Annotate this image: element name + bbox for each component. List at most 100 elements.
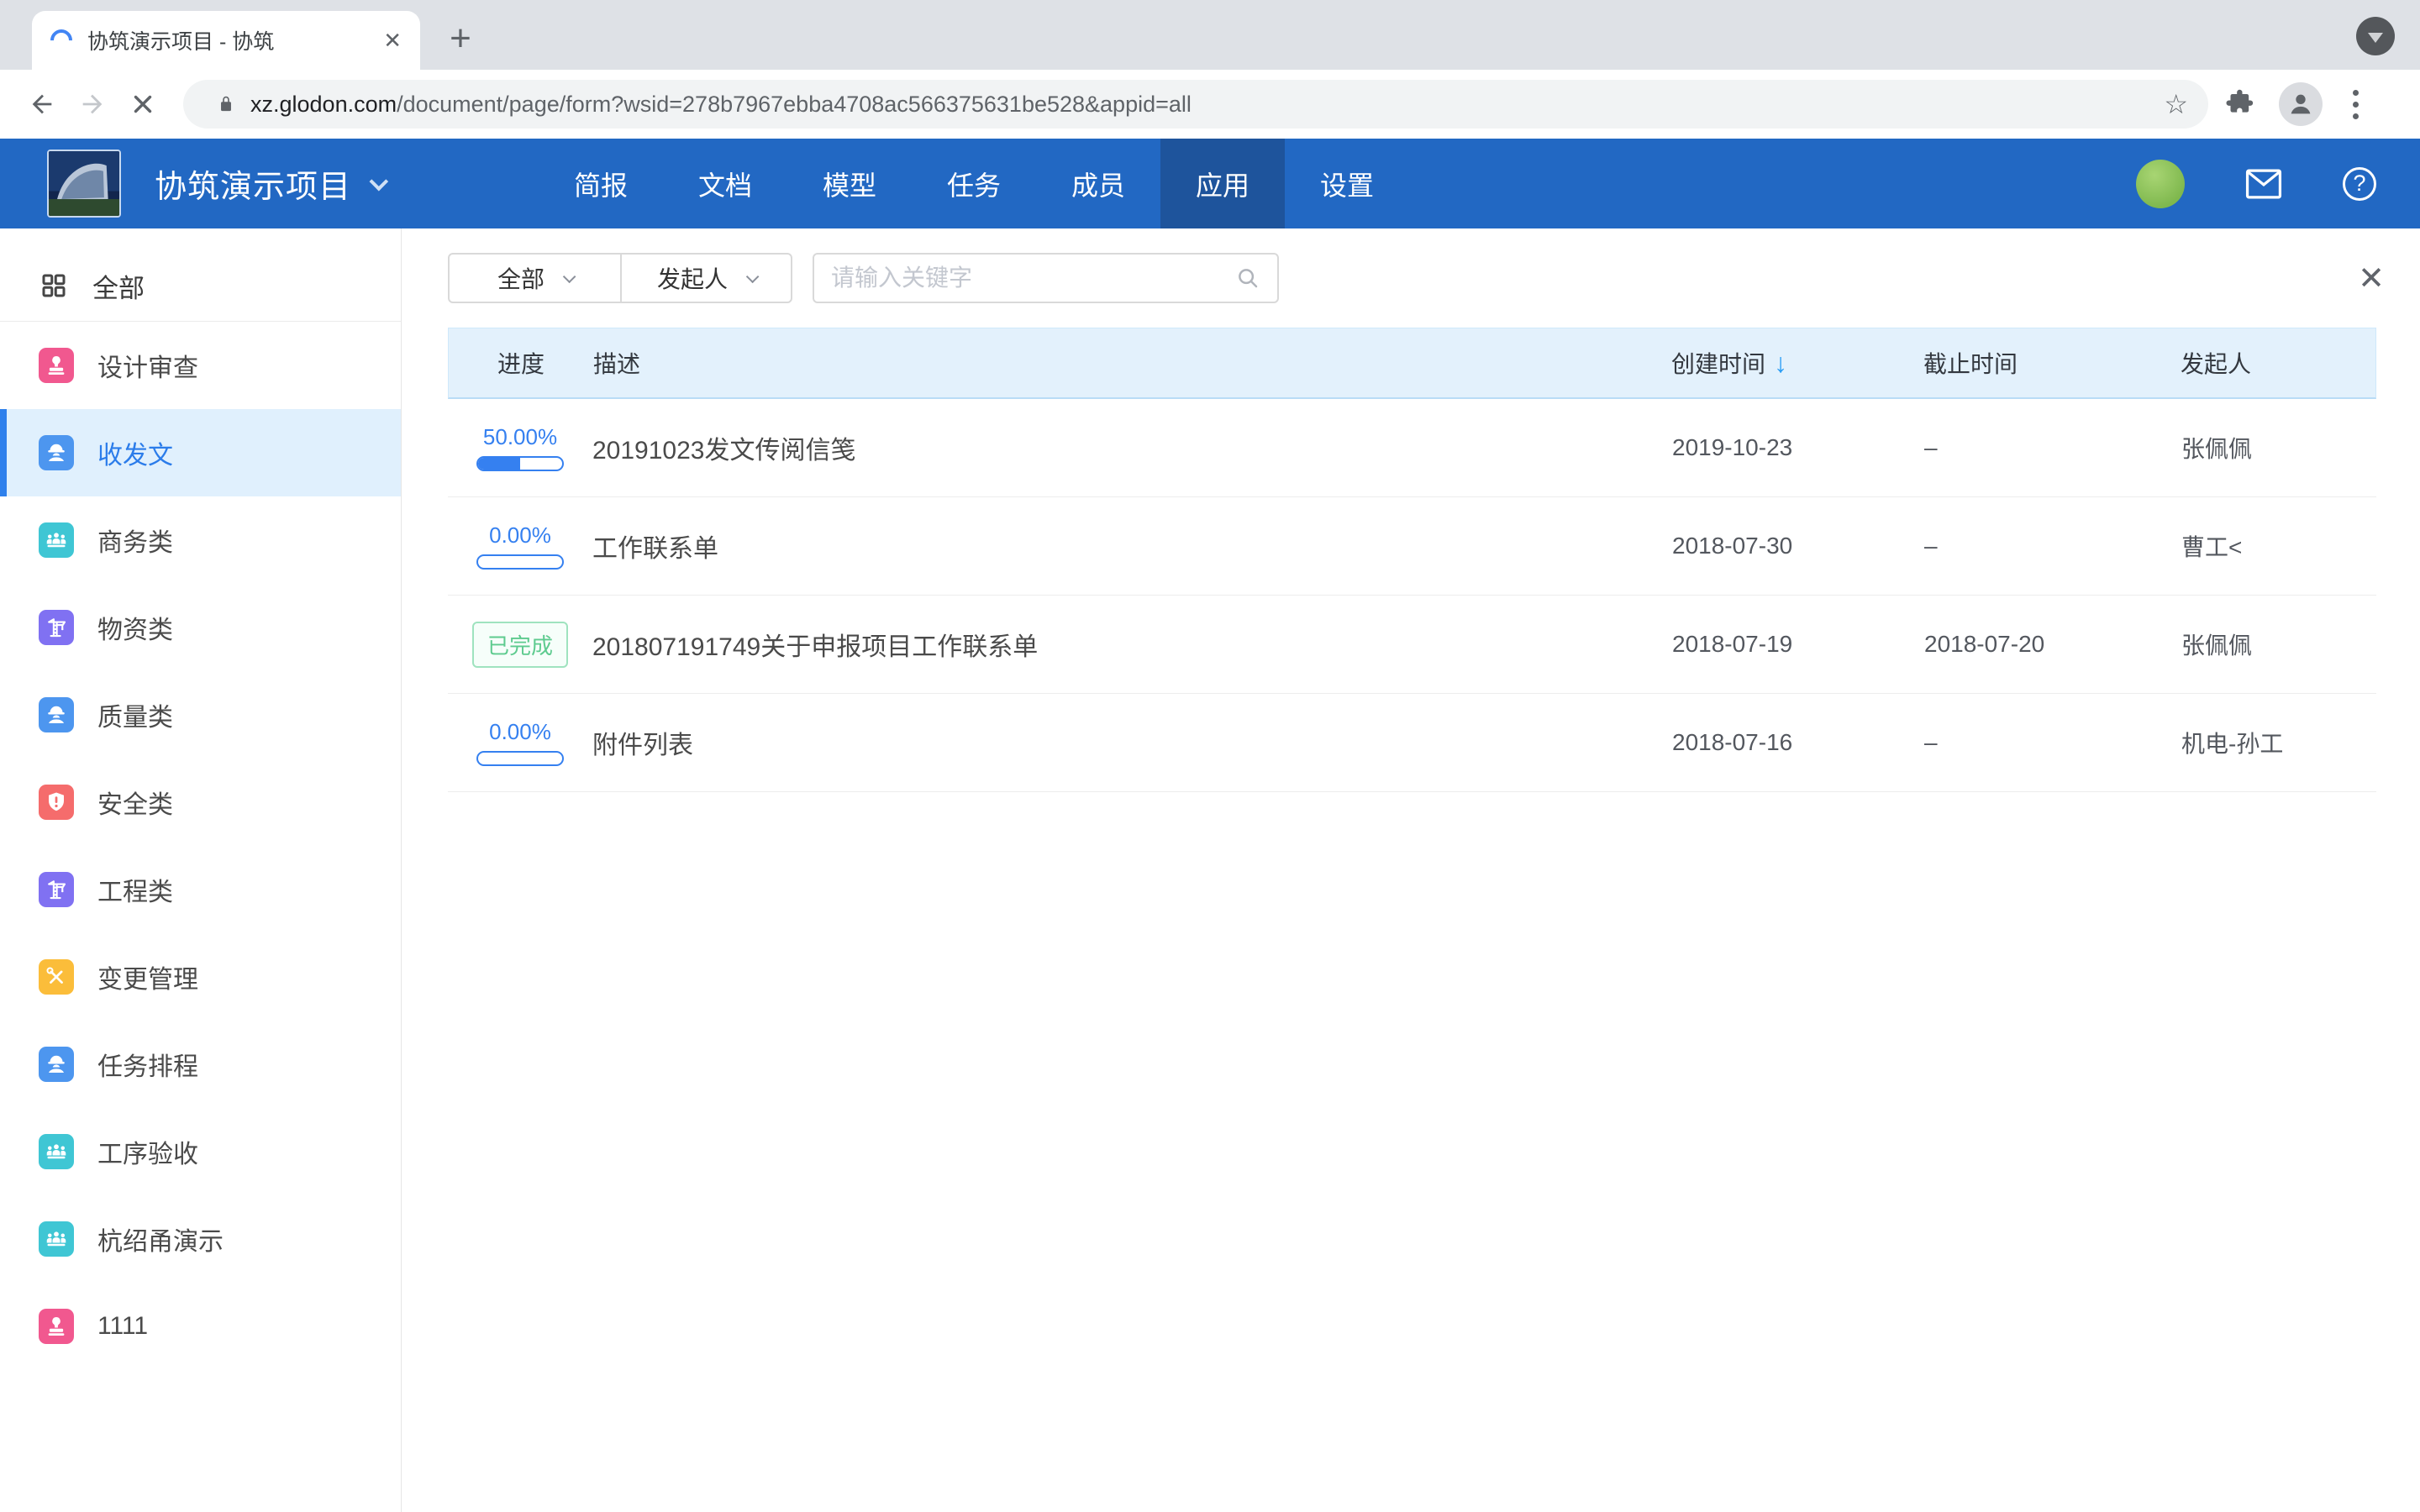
search-input[interactable] xyxy=(831,265,1235,291)
project-thumbnail[interactable] xyxy=(47,150,121,218)
stamp-icon xyxy=(39,1309,74,1344)
chevron-down-icon xyxy=(370,171,389,191)
extensions-icon[interactable] xyxy=(2223,86,2257,123)
nav-tab-settings[interactable]: 设置 xyxy=(1285,139,1409,228)
project-switcher[interactable]: 协筑演示项目 xyxy=(155,139,383,228)
browser-menu-icon[interactable] xyxy=(2344,90,2367,119)
chevron-down-icon xyxy=(746,270,760,283)
sidebar-item-1111[interactable]: 1111 xyxy=(0,1283,401,1370)
sidebar-item-safety[interactable]: 安全类 xyxy=(0,759,401,846)
category-filter-dropdown[interactable]: 全部 xyxy=(450,255,620,302)
people-icon xyxy=(39,1221,74,1257)
created-date: 2018-07-30 xyxy=(1672,533,1792,559)
stamp-icon xyxy=(39,348,74,383)
sidebar-item-send-receive-docs[interactable]: 收发文 xyxy=(0,409,401,496)
tab-close-icon[interactable]: ✕ xyxy=(383,28,402,54)
initiator-name: 张佩佩 xyxy=(2181,633,2252,659)
keyword-search-box[interactable] xyxy=(813,253,1279,303)
col-header-created[interactable]: 创建时间 ↓ xyxy=(1638,346,1890,380)
sidebar-item-quality[interactable]: 质量类 xyxy=(0,671,401,759)
initiator-name: 张佩佩 xyxy=(2181,436,2252,462)
documents-table: 进度 描述 创建时间 ↓ 截止时间 发起人 50.00% 20191023发文传… xyxy=(448,328,2376,792)
bookmark-star-icon[interactable]: ☆ xyxy=(2164,88,2188,120)
browser-profile-menu-icon[interactable] xyxy=(2356,17,2395,55)
initiator-filter-dropdown[interactable]: 发起人 xyxy=(620,255,791,302)
browser-tab[interactable]: 协筑演示项目 - 协筑 ✕ xyxy=(32,11,420,70)
doc-description[interactable]: 201807191749关于申报项目工作联系单 xyxy=(592,633,1038,661)
sidebar-item-change-management[interactable]: 变更管理 xyxy=(0,933,401,1021)
sidebar-item-materials[interactable]: 物资类 xyxy=(0,584,401,671)
forward-button[interactable] xyxy=(67,79,118,129)
table-row[interactable]: 0.00% 工作联系单 2018-07-30 – 曹工< xyxy=(448,497,2376,596)
search-icon xyxy=(1235,265,1260,291)
main-content: 全部 发起人 ✕ 进度 描述 创建时间 ↓ 截止时间 发起人 xyxy=(402,228,2420,1512)
col-header-deadline: 截止时间 xyxy=(1890,346,2142,380)
table-row[interactable]: 0.00% 附件列表 2018-07-16 – 机电-孙工 xyxy=(448,694,2376,792)
people-icon xyxy=(39,522,74,558)
sidebar: 全部 设计审查 收发文 商务类 物资类 质量类 安全类 工程类 xyxy=(0,228,402,1512)
deadline-date: – xyxy=(1924,434,1938,460)
tab-title: 协筑演示项目 - 协筑 xyxy=(87,25,373,55)
doc-description[interactable]: 工作联系单 xyxy=(592,535,718,563)
crane-icon xyxy=(39,872,74,907)
col-header-description: 描述 xyxy=(593,346,1638,380)
tab-loading-spinner-icon xyxy=(46,25,77,56)
created-date: 2018-07-19 xyxy=(1672,631,1792,657)
progress-bar xyxy=(476,751,564,766)
status-badge: 已完成 xyxy=(472,622,568,668)
table-row[interactable]: 50.00% 20191023发文传阅信笺 2019-10-23 – 张佩佩 xyxy=(448,399,2376,497)
messages-icon[interactable] xyxy=(2245,169,2282,199)
progress-bar xyxy=(476,456,564,471)
progress-percent: 50.00% xyxy=(483,424,557,450)
progress-bar xyxy=(476,554,564,570)
sidebar-item-task-scheduling[interactable]: 任务排程 xyxy=(0,1021,401,1108)
lock-icon xyxy=(215,93,237,115)
nav-tab-apps[interactable]: 应用 xyxy=(1160,139,1285,228)
user-avatar[interactable] xyxy=(2136,160,2185,208)
col-header-initiator: 发起人 xyxy=(2142,346,2375,380)
sort-desc-icon[interactable]: ↓ xyxy=(1774,349,1787,376)
back-button[interactable] xyxy=(17,79,67,129)
initiator-name: 曹工< xyxy=(2181,534,2242,560)
sidebar-item-process-acceptance[interactable]: 工序验收 xyxy=(0,1108,401,1195)
browser-tab-strip: 协筑演示项目 - 协筑 ✕ + xyxy=(0,0,2420,70)
help-icon[interactable]: ? xyxy=(2343,167,2376,201)
helmet-icon xyxy=(39,435,74,470)
browser-toolbar: xz.glodon.com/document/page/form?wsid=27… xyxy=(0,70,2420,139)
app-header: 协筑演示项目 简报 文档 模型 任务 成员 应用 设置 ? xyxy=(0,139,2420,228)
url-text: xz.glodon.com/document/page/form?wsid=27… xyxy=(250,92,2154,118)
nav-tab-tasks[interactable]: 任务 xyxy=(912,139,1036,228)
nav-tab-documents[interactable]: 文档 xyxy=(663,139,787,228)
filter-dropdown-group: 全部 发起人 xyxy=(448,253,792,303)
app-nav: 简报 文档 模型 任务 成员 应用 设置 xyxy=(539,139,1409,228)
shield-icon xyxy=(39,785,74,820)
new-tab-button[interactable]: + xyxy=(437,15,484,62)
sidebar-item-all[interactable]: 全部 xyxy=(0,252,401,319)
browser-profile-avatar[interactable] xyxy=(2279,82,2323,126)
close-panel-icon[interactable]: ✕ xyxy=(2358,263,2385,295)
chevron-down-icon xyxy=(563,270,576,283)
nav-tab-models[interactable]: 模型 xyxy=(787,139,912,228)
deadline-date: – xyxy=(1924,533,1938,559)
crane-icon xyxy=(39,610,74,645)
sidebar-item-hangshaoyong-demo[interactable]: 杭绍甬演示 xyxy=(0,1195,401,1283)
doc-description[interactable]: 附件列表 xyxy=(592,732,693,759)
deadline-date: – xyxy=(1924,729,1938,755)
created-date: 2019-10-23 xyxy=(1672,434,1792,460)
progress-percent: 0.00% xyxy=(489,522,551,549)
table-row[interactable]: 已完成 201807191749关于申报项目工作联系单 2018-07-19 2… xyxy=(448,596,2376,694)
sidebar-item-engineering[interactable]: 工程类 xyxy=(0,846,401,933)
nav-tab-briefing[interactable]: 简报 xyxy=(539,139,663,228)
sidebar-item-design-review[interactable]: 设计审查 xyxy=(0,322,401,409)
doc-description[interactable]: 20191023发文传阅信笺 xyxy=(592,437,855,465)
nav-tab-members[interactable]: 成员 xyxy=(1036,139,1160,228)
sidebar-item-business[interactable]: 商务类 xyxy=(0,496,401,584)
stop-loading-button[interactable] xyxy=(118,79,168,129)
project-title: 协筑演示项目 xyxy=(155,160,351,207)
helmet-icon xyxy=(39,1047,74,1082)
progress-percent: 0.00% xyxy=(489,719,551,745)
created-date: 2018-07-16 xyxy=(1672,729,1792,755)
address-bar[interactable]: xz.glodon.com/document/page/form?wsid=27… xyxy=(183,80,2208,129)
col-header-progress: 进度 xyxy=(449,346,593,380)
grid-icon xyxy=(39,270,69,301)
